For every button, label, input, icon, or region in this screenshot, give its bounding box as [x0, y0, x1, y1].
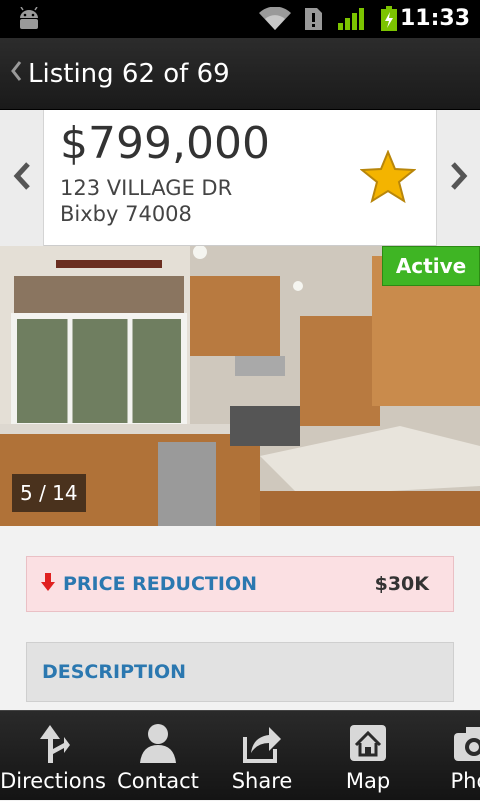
address-city-zip: Bixby 74008 [60, 202, 192, 226]
chevron-left-icon [12, 161, 32, 195]
tab-contact[interactable]: Contact [106, 711, 210, 801]
status-badge: Active [382, 246, 480, 286]
camera-icon [452, 711, 480, 763]
status-bar: 11:33 [0, 0, 480, 38]
description-label: DESCRIPTION [42, 661, 187, 683]
tab-label: Map [345, 769, 391, 793]
chevron-left-icon[interactable] [4, 59, 28, 89]
share-icon [241, 711, 283, 763]
tab-photos[interactable]: Phot [422, 711, 480, 801]
bottom-action-bar: Directions Contact Share Map Ph [0, 710, 480, 800]
next-listing-button[interactable] [436, 110, 480, 246]
price-reduction-amount: $30K [374, 573, 429, 595]
tab-map[interactable]: Map [314, 711, 422, 801]
tab-directions[interactable]: Directions [0, 711, 106, 801]
wifi-icon [258, 6, 292, 35]
price-reduction-label: PRICE REDUCTION [63, 573, 257, 595]
chevron-right-icon [449, 161, 469, 195]
tab-label: Share [231, 769, 293, 793]
listing-photo[interactable]: Active 5 / 14 [0, 246, 480, 526]
map-icon [348, 711, 388, 763]
battery-charging-icon [380, 6, 398, 36]
page-title: Listing 62 of 69 [28, 58, 230, 89]
tab-label: Phot [450, 769, 480, 793]
listing-price: $799,000 [60, 118, 270, 169]
directions-icon [36, 711, 70, 763]
tab-label: Contact [117, 769, 199, 793]
star-icon[interactable] [359, 149, 417, 208]
signal-icon [337, 7, 367, 35]
address-street: 123 VILLAGE DR [60, 176, 233, 200]
title-bar: Listing 62 of 69 [0, 38, 480, 110]
tab-share[interactable]: Share [210, 711, 314, 801]
tab-label: Directions [0, 769, 106, 793]
android-icon [16, 6, 42, 35]
arrow-down-icon [41, 573, 55, 595]
status-time: 11:33 [399, 6, 470, 31]
sim-alert-icon [303, 7, 323, 35]
contact-icon [138, 711, 178, 763]
photo-counter: 5 / 14 [12, 474, 86, 512]
photo-counter-label: 5 / 14 [20, 481, 78, 505]
description-section-header[interactable]: DESCRIPTION [26, 642, 454, 702]
price-reduction-row[interactable]: PRICE REDUCTION $30K [26, 556, 454, 612]
listing-details: PRICE REDUCTION $30K DESCRIPTION [0, 526, 480, 710]
status-badge-label: Active [395, 254, 467, 278]
previous-listing-button[interactable] [0, 110, 44, 246]
